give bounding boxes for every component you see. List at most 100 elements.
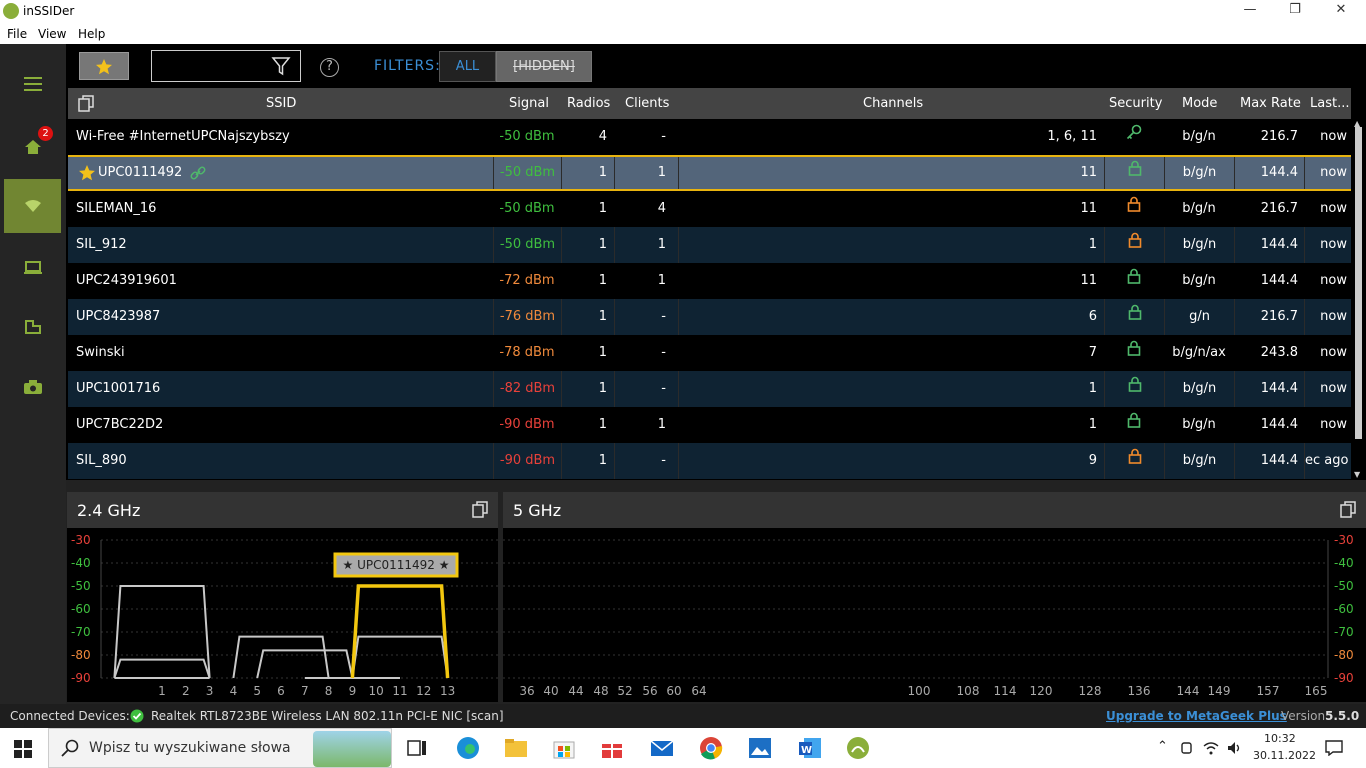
sidebar-item-devices[interactable] (4, 240, 61, 294)
column-last-seen[interactable]: Last... (1310, 96, 1349, 111)
copy-icon[interactable] (472, 501, 488, 518)
radios-cell: 1 (561, 227, 614, 263)
volume-icon[interactable] (1226, 740, 1242, 756)
word-icon[interactable]: W (798, 736, 822, 760)
table-row[interactable]: SIL_890 -90 dBm 1-9 b/g/n 144.4 ec ago (68, 443, 1351, 479)
x-tick-label: 56 (642, 684, 657, 698)
y-tick-label: -80 (1334, 648, 1354, 662)
filter-hidden-button[interactable]: [HIDDEN] (496, 51, 592, 82)
ssid-cell: SILEMAN_16 (76, 201, 157, 216)
tray-chevron-up-icon[interactable]: ⌃ (1157, 739, 1168, 754)
question-icon: ? (326, 59, 333, 74)
column-security[interactable]: Security (1109, 96, 1162, 111)
ssid-cell: UPC1001716 (76, 381, 161, 396)
sidebar-item-wifi[interactable] (4, 179, 61, 233)
wifi-tray-icon[interactable] (1203, 740, 1219, 756)
table-row[interactable]: UPC8423987 -76 dBm 1-6 g/n 216.7 now (68, 299, 1351, 335)
x-tick-label: 7 (301, 684, 309, 698)
column-ssid[interactable]: SSID (266, 96, 296, 111)
maxrate-cell: 216.7 (1234, 299, 1304, 335)
favorites-button[interactable] (79, 52, 129, 80)
scroll-down-arrow-icon[interactable]: ▼ (1354, 470, 1360, 479)
copy-icon[interactable] (78, 95, 94, 112)
network-curve[interactable] (232, 635, 330, 679)
table-row[interactable]: Wi-Free #InternetUPCNajszybszy -50 dBm 4 - 1… (68, 119, 1351, 155)
taskbar-search-placeholder: Wpisz tu wyszukiwane słowa (89, 740, 291, 756)
security-cell (1104, 119, 1164, 155)
y-tick-label: -70 (71, 625, 91, 639)
clients-cell: 1 (657, 417, 666, 432)
connected-device-name[interactable]: Realtek RTL8723BE Wireless LAN 802.11n P… (151, 709, 504, 723)
windows-start-icon[interactable] (14, 740, 32, 758)
menu-view[interactable]: View (38, 27, 66, 41)
lock-icon (1127, 196, 1141, 212)
notification-center-icon[interactable] (1325, 740, 1343, 756)
chrome-icon[interactable] (699, 736, 723, 760)
column-maxrate[interactable]: Max Rate (1240, 96, 1301, 111)
menu-help[interactable]: Help (78, 27, 105, 41)
table-row[interactable]: Swinski -78 dBm 1 - 7 b/g/n/ax 243.8 now (68, 335, 1351, 371)
photos-icon[interactable] (748, 736, 772, 760)
clock-time[interactable]: 10:32 (1264, 732, 1296, 745)
column-channels[interactable]: Channels (863, 96, 923, 111)
x-tick-label: 3 (206, 684, 214, 698)
filter-all-button[interactable]: ALL (439, 51, 496, 82)
window-title: inSSIDer (23, 4, 75, 18)
hamburger-menu-button[interactable] (4, 57, 61, 111)
x-tick-label: 149 (1208, 684, 1231, 698)
table-row[interactable]: UPC7BC22D2 -90 dBm 1 1 1 b/g/n 144.4 now (68, 407, 1351, 443)
y-tick-label: -30 (1334, 533, 1354, 547)
sidebar-item-snapshot[interactable] (4, 360, 61, 414)
sidebar-item-home[interactable]: 2 (4, 120, 61, 174)
table-row[interactable]: UPC1001716 -82 dBm 1-1 b/g/n 144.4 now (68, 371, 1351, 407)
table-row[interactable]: SILEMAN_16 -50 dBm 1 4 11 b/g/n 216.7 now (68, 191, 1351, 227)
maximize-button[interactable]: ❐ (1285, 2, 1305, 20)
column-signal[interactable]: Signal (509, 96, 549, 111)
column-clients[interactable]: Clients (625, 96, 669, 111)
edge-browser-icon[interactable] (456, 736, 480, 760)
menu-file[interactable]: File (7, 27, 27, 41)
security-cell (1104, 263, 1164, 299)
y-tick-label: -60 (1334, 602, 1354, 616)
microsoft-store-icon[interactable] (552, 736, 576, 760)
network-curve[interactable] (113, 658, 211, 679)
filter-button[interactable] (271, 56, 291, 80)
x-tick-label: 44 (568, 684, 583, 698)
chart-24ghz: -30-40-50-60-70-80-901 2 3 4 5 6 7 8 9 10 11 12 13★ … (71, 533, 498, 698)
filters-label: FILTERS: (374, 58, 441, 74)
gift-app-icon[interactable] (600, 736, 624, 760)
table-row[interactable]: UPC0111492 -50 dBm 1 1 11 b/g/n 144.4 now (68, 155, 1351, 191)
lock-icon (1127, 412, 1141, 428)
table-row[interactable]: SIL_912 -50 dBm 1 1 1 b/g/n 144.4 now (68, 227, 1351, 263)
signal-cell: -76 dBm (493, 299, 561, 335)
favorite-star-icon[interactable] (78, 164, 96, 181)
security-cell (1104, 407, 1164, 443)
help-button[interactable]: ? (320, 58, 339, 77)
inssider-taskbar-icon[interactable] (846, 736, 870, 760)
column-mode[interactable]: Mode (1182, 96, 1217, 111)
scrollbar-thumb[interactable] (1355, 127, 1362, 439)
task-view-icon[interactable] (405, 736, 429, 760)
tooltip-label: ★ UPC0111492 ★ (343, 558, 450, 572)
clock-date[interactable]: 30.11.2022 (1253, 749, 1316, 762)
file-explorer-icon[interactable] (504, 736, 528, 760)
sidebar-item-floorplan[interactable] (4, 300, 61, 354)
signal-cell: -78 dBm (499, 345, 555, 360)
close-button[interactable]: ✕ (1331, 2, 1351, 20)
taskbar-search-box[interactable]: Wpisz tu wyszukiwane słowa (48, 728, 392, 768)
x-tick-label: 11 (392, 684, 407, 698)
copy-icon[interactable] (1340, 501, 1356, 518)
x-tick-label: 13 (440, 684, 455, 698)
signal-cell: -90 dBm (499, 417, 555, 432)
network-curve[interactable] (351, 635, 449, 679)
x-tick-label: 165 (1305, 684, 1328, 698)
last-seen-cell: ec ago (1304, 443, 1351, 479)
table-row[interactable]: UPC243919601 -72 dBm 1 1 11 b/g/n 144.4 now (68, 263, 1351, 299)
meet-now-icon[interactable] (1180, 740, 1194, 756)
column-radios[interactable]: Radios (567, 96, 610, 111)
upgrade-link[interactable]: Upgrade to MetaGeek Plus (1106, 709, 1287, 723)
mail-icon[interactable] (650, 736, 674, 760)
minimize-button[interactable]: — (1240, 2, 1260, 20)
radios-cell: 1 (598, 201, 607, 216)
table-scrollbar[interactable]: ▲ ▼ (1351, 119, 1366, 480)
